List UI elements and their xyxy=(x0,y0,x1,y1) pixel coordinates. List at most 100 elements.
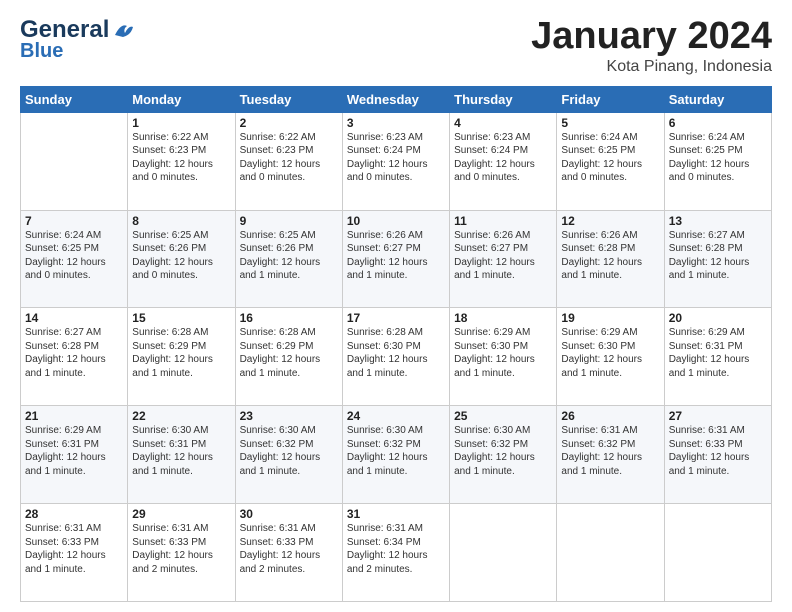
day-info: Sunrise: 6:25 AM Sunset: 6:26 PM Dayligh… xyxy=(240,229,338,283)
day-info: Sunrise: 6:22 AM Sunset: 6:23 PM Dayligh… xyxy=(240,131,338,185)
page: General Blue January 2024 Kota Pinang, I… xyxy=(0,0,792,612)
day-number: 30 xyxy=(240,507,338,521)
day-number: 15 xyxy=(132,311,230,325)
day-number: 29 xyxy=(132,507,230,521)
day-number: 9 xyxy=(240,214,338,228)
day-info: Sunrise: 6:24 AM Sunset: 6:25 PM Dayligh… xyxy=(25,229,123,283)
table-row: 16Sunrise: 6:28 AM Sunset: 6:29 PM Dayli… xyxy=(235,308,342,406)
table-row: 31Sunrise: 6:31 AM Sunset: 6:34 PM Dayli… xyxy=(342,504,449,602)
day-number: 6 xyxy=(669,116,767,130)
day-info: Sunrise: 6:29 AM Sunset: 6:30 PM Dayligh… xyxy=(454,326,552,380)
table-row: 2Sunrise: 6:22 AM Sunset: 6:23 PM Daylig… xyxy=(235,112,342,210)
table-row: 27Sunrise: 6:31 AM Sunset: 6:33 PM Dayli… xyxy=(664,406,771,504)
table-row: 14Sunrise: 6:27 AM Sunset: 6:28 PM Dayli… xyxy=(21,308,128,406)
day-info: Sunrise: 6:29 AM Sunset: 6:30 PM Dayligh… xyxy=(561,326,659,380)
day-info: Sunrise: 6:31 AM Sunset: 6:32 PM Dayligh… xyxy=(561,424,659,478)
day-info: Sunrise: 6:30 AM Sunset: 6:32 PM Dayligh… xyxy=(454,424,552,478)
day-number: 26 xyxy=(561,409,659,423)
title-block: January 2024 Kota Pinang, Indonesia xyxy=(531,16,772,76)
day-info: Sunrise: 6:30 AM Sunset: 6:32 PM Dayligh… xyxy=(240,424,338,478)
day-number: 16 xyxy=(240,311,338,325)
table-row: 5Sunrise: 6:24 AM Sunset: 6:25 PM Daylig… xyxy=(557,112,664,210)
table-row: 26Sunrise: 6:31 AM Sunset: 6:32 PM Dayli… xyxy=(557,406,664,504)
day-info: Sunrise: 6:29 AM Sunset: 6:31 PM Dayligh… xyxy=(669,326,767,380)
day-info: Sunrise: 6:28 AM Sunset: 6:29 PM Dayligh… xyxy=(240,326,338,380)
calendar-title: January 2024 xyxy=(531,16,772,58)
table-row: 17Sunrise: 6:28 AM Sunset: 6:30 PM Dayli… xyxy=(342,308,449,406)
table-row: 4Sunrise: 6:23 AM Sunset: 6:24 PM Daylig… xyxy=(450,112,557,210)
col-monday: Monday xyxy=(128,86,235,112)
table-row: 24Sunrise: 6:30 AM Sunset: 6:32 PM Dayli… xyxy=(342,406,449,504)
logo-bird-icon xyxy=(113,21,135,39)
calendar-subtitle: Kota Pinang, Indonesia xyxy=(531,58,772,76)
table-row: 7Sunrise: 6:24 AM Sunset: 6:25 PM Daylig… xyxy=(21,210,128,308)
table-row: 25Sunrise: 6:30 AM Sunset: 6:32 PM Dayli… xyxy=(450,406,557,504)
table-row: 13Sunrise: 6:27 AM Sunset: 6:28 PM Dayli… xyxy=(664,210,771,308)
header: General Blue January 2024 Kota Pinang, I… xyxy=(20,16,772,76)
table-row: 23Sunrise: 6:30 AM Sunset: 6:32 PM Dayli… xyxy=(235,406,342,504)
day-info: Sunrise: 6:23 AM Sunset: 6:24 PM Dayligh… xyxy=(454,131,552,185)
day-number: 31 xyxy=(347,507,445,521)
table-row: 15Sunrise: 6:28 AM Sunset: 6:29 PM Dayli… xyxy=(128,308,235,406)
calendar-week-row: 7Sunrise: 6:24 AM Sunset: 6:25 PM Daylig… xyxy=(21,210,772,308)
day-info: Sunrise: 6:31 AM Sunset: 6:33 PM Dayligh… xyxy=(240,522,338,576)
day-number: 1 xyxy=(132,116,230,130)
calendar-header-row: Sunday Monday Tuesday Wednesday Thursday… xyxy=(21,86,772,112)
day-number: 14 xyxy=(25,311,123,325)
day-number: 12 xyxy=(561,214,659,228)
table-row xyxy=(450,504,557,602)
day-number: 10 xyxy=(347,214,445,228)
col-tuesday: Tuesday xyxy=(235,86,342,112)
day-info: Sunrise: 6:23 AM Sunset: 6:24 PM Dayligh… xyxy=(347,131,445,185)
day-number: 2 xyxy=(240,116,338,130)
day-number: 25 xyxy=(454,409,552,423)
calendar-week-row: 1 Sunrise: 6:22 AM Sunset: 6:23 PM Daylig… xyxy=(21,112,772,210)
col-wednesday: Wednesday xyxy=(342,86,449,112)
logo: General Blue xyxy=(20,16,135,63)
table-row: 9Sunrise: 6:25 AM Sunset: 6:26 PM Daylig… xyxy=(235,210,342,308)
day-number: 7 xyxy=(25,214,123,228)
day-number: 17 xyxy=(347,311,445,325)
table-row: 20Sunrise: 6:29 AM Sunset: 6:31 PM Dayli… xyxy=(664,308,771,406)
day-info: Sunrise: 6:31 AM Sunset: 6:33 PM Dayligh… xyxy=(25,522,123,576)
col-thursday: Thursday xyxy=(450,86,557,112)
day-number: 4 xyxy=(454,116,552,130)
day-info: Sunrise: 6:30 AM Sunset: 6:32 PM Dayligh… xyxy=(347,424,445,478)
day-info: Sunrise: 6:26 AM Sunset: 6:28 PM Dayligh… xyxy=(561,229,659,283)
table-row: 12Sunrise: 6:26 AM Sunset: 6:28 PM Dayli… xyxy=(557,210,664,308)
day-number: 23 xyxy=(240,409,338,423)
day-number: 28 xyxy=(25,507,123,521)
table-row: 3Sunrise: 6:23 AM Sunset: 6:24 PM Daylig… xyxy=(342,112,449,210)
day-info: Sunrise: 6:31 AM Sunset: 6:34 PM Dayligh… xyxy=(347,522,445,576)
calendar-table: Sunday Monday Tuesday Wednesday Thursday… xyxy=(20,86,772,602)
day-number: 8 xyxy=(132,214,230,228)
day-number: 18 xyxy=(454,311,552,325)
day-info: Sunrise: 6:31 AM Sunset: 6:33 PM Dayligh… xyxy=(132,522,230,576)
logo-blue: Blue xyxy=(20,40,63,63)
col-sunday: Sunday xyxy=(21,86,128,112)
table-row xyxy=(557,504,664,602)
table-row: 30Sunrise: 6:31 AM Sunset: 6:33 PM Dayli… xyxy=(235,504,342,602)
table-row xyxy=(21,112,128,210)
day-info: Sunrise: 6:26 AM Sunset: 6:27 PM Dayligh… xyxy=(454,229,552,283)
day-info: Sunrise: 6:28 AM Sunset: 6:30 PM Dayligh… xyxy=(347,326,445,380)
calendar-week-row: 14Sunrise: 6:27 AM Sunset: 6:28 PM Dayli… xyxy=(21,308,772,406)
calendar-week-row: 21Sunrise: 6:29 AM Sunset: 6:31 PM Dayli… xyxy=(21,406,772,504)
table-row: 6Sunrise: 6:24 AM Sunset: 6:25 PM Daylig… xyxy=(664,112,771,210)
table-row: 22Sunrise: 6:30 AM Sunset: 6:31 PM Dayli… xyxy=(128,406,235,504)
day-info: Sunrise: 6:29 AM Sunset: 6:31 PM Dayligh… xyxy=(25,424,123,478)
day-info: Sunrise: 6:30 AM Sunset: 6:31 PM Dayligh… xyxy=(132,424,230,478)
day-number: 5 xyxy=(561,116,659,130)
table-row xyxy=(664,504,771,602)
day-info: Sunrise: 6:25 AM Sunset: 6:26 PM Dayligh… xyxy=(132,229,230,283)
day-info: Sunrise: 6:26 AM Sunset: 6:27 PM Dayligh… xyxy=(347,229,445,283)
day-number: 21 xyxy=(25,409,123,423)
table-row: 29Sunrise: 6:31 AM Sunset: 6:33 PM Dayli… xyxy=(128,504,235,602)
table-row: 10Sunrise: 6:26 AM Sunset: 6:27 PM Dayli… xyxy=(342,210,449,308)
day-number: 19 xyxy=(561,311,659,325)
day-info: Sunrise: 6:24 AM Sunset: 6:25 PM Dayligh… xyxy=(561,131,659,185)
day-info: Sunrise: 6:27 AM Sunset: 6:28 PM Dayligh… xyxy=(669,229,767,283)
day-number: 24 xyxy=(347,409,445,423)
table-row: 18Sunrise: 6:29 AM Sunset: 6:30 PM Dayli… xyxy=(450,308,557,406)
calendar-week-row: 28Sunrise: 6:31 AM Sunset: 6:33 PM Dayli… xyxy=(21,504,772,602)
